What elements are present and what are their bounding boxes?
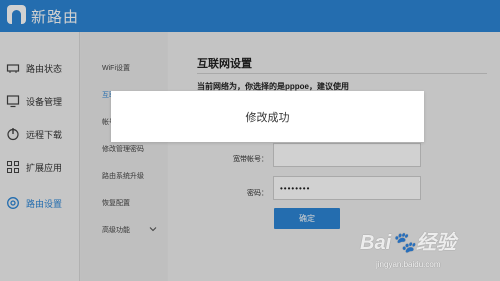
watermark-brand: Bai🐾经验 xyxy=(360,232,457,254)
success-message: 修改成功 xyxy=(245,111,290,124)
watermark-url: jingyan.baidu.com xyxy=(376,260,441,269)
success-dialog: 修改成功 xyxy=(111,91,424,142)
watermark: Bai🐾经验 jingyan.baidu.com xyxy=(360,226,496,278)
